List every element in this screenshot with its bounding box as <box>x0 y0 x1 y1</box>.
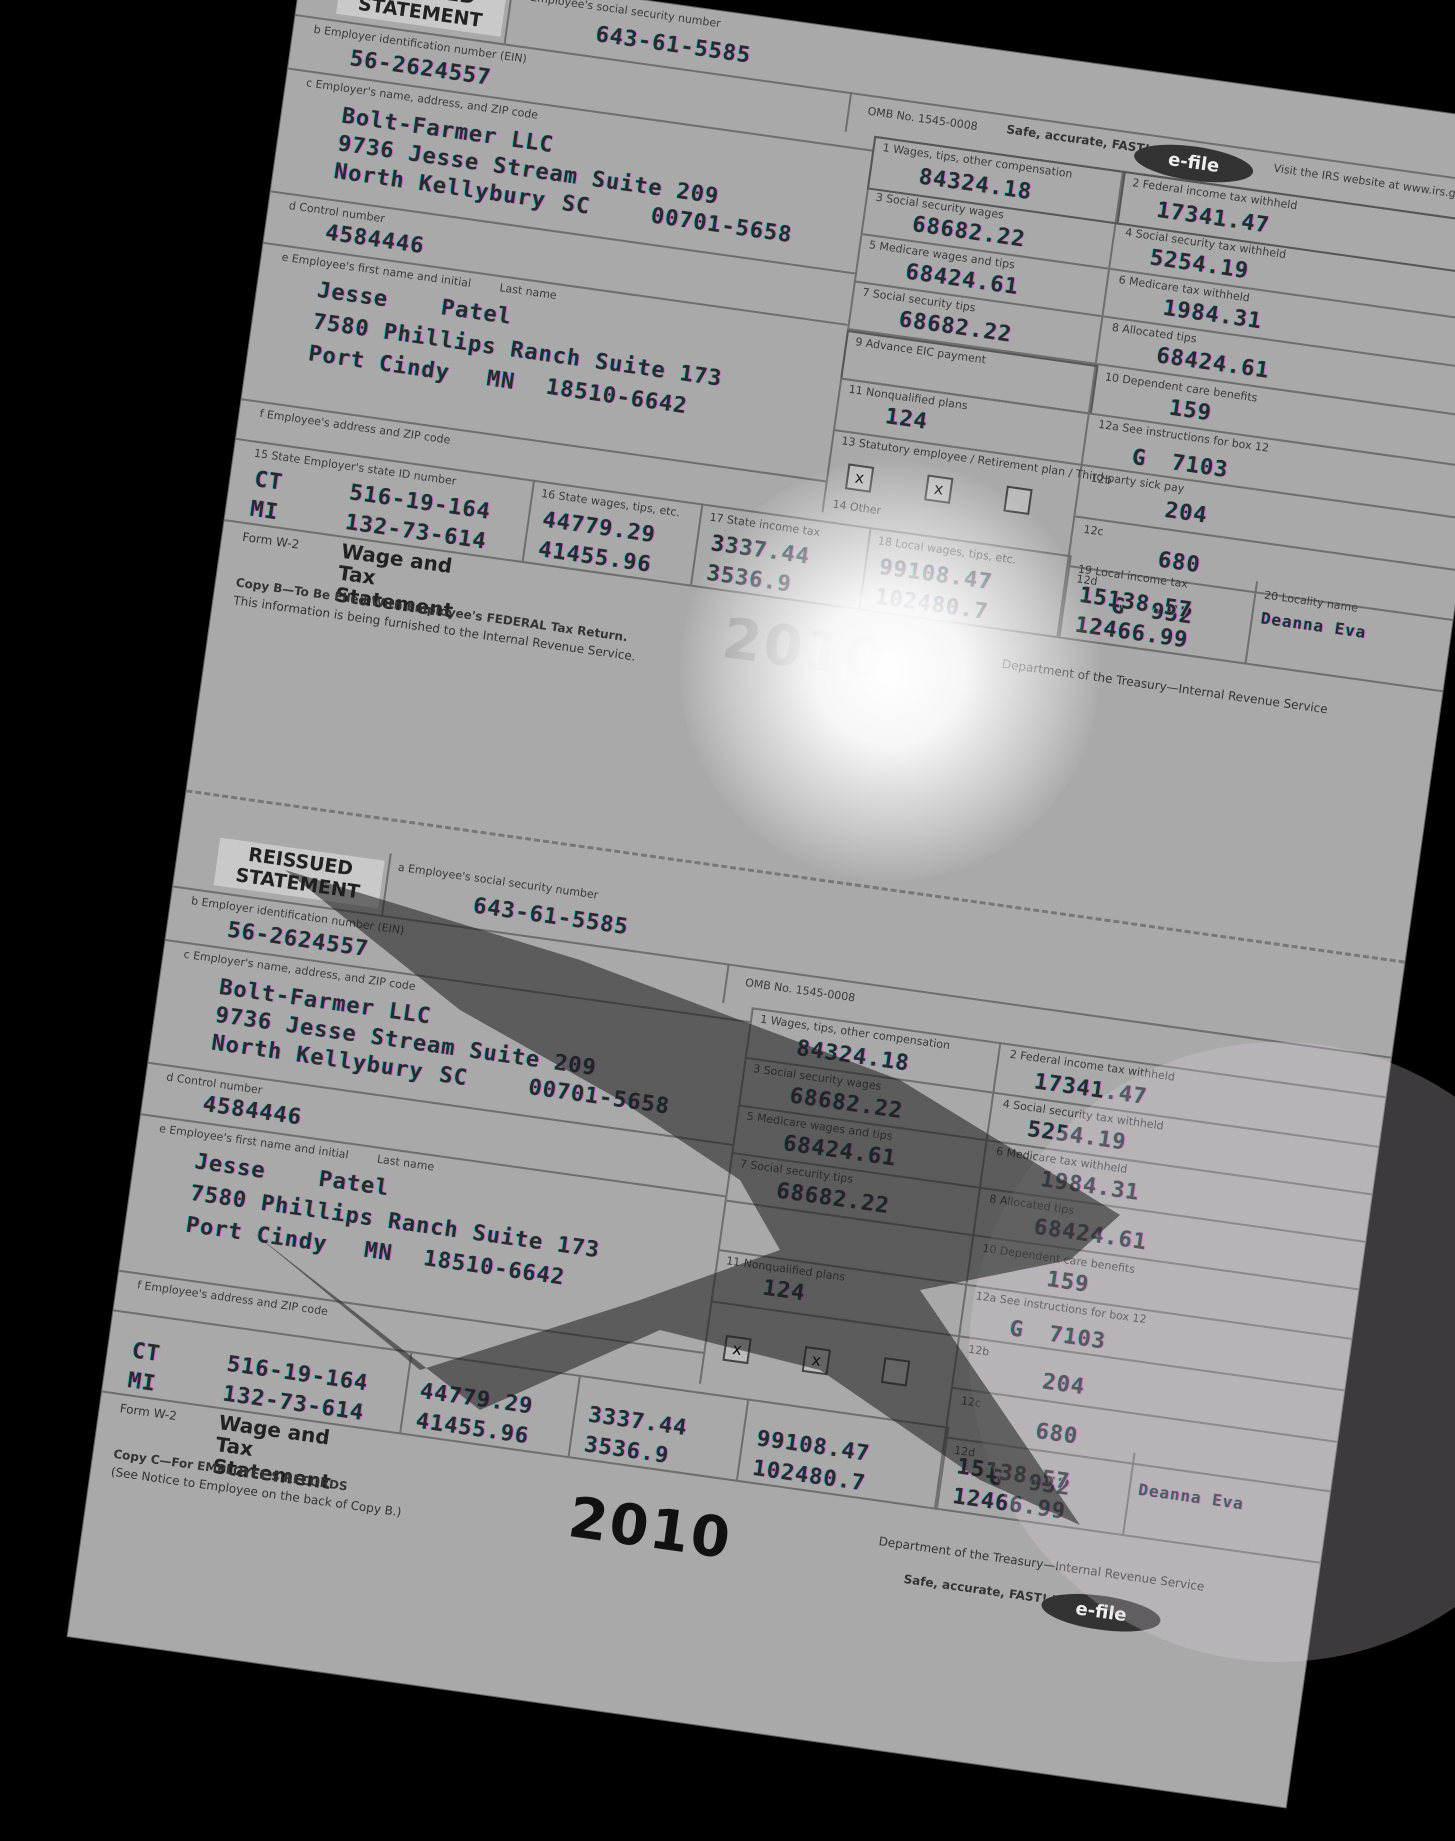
third-party-sick-pay-checkbox[interactable] <box>1003 485 1033 516</box>
box11-nonqualified: 124 <box>883 404 930 435</box>
box7-ss-tips: 68682.22 <box>774 1178 892 1220</box>
state1-code: CT <box>252 466 285 496</box>
ssn-label: a Employee's social security number <box>397 860 600 902</box>
third-party-sick-pay-checkbox[interactable] <box>880 1357 911 1387</box>
employer-zip: 00701-5658 <box>526 1075 672 1120</box>
box12a-code: G <box>1130 444 1148 472</box>
employee-last-name: Patel <box>316 1166 392 1202</box>
w2-form-page: REISSUED STATEMENT a Employee's social s… <box>67 0 1455 1808</box>
tax-year: 2010 <box>564 1485 736 1573</box>
employee-last-name: Patel <box>439 295 514 330</box>
retirement-plan-checkbox[interactable]: x <box>801 1345 831 1376</box>
last-name-label: Last name <box>498 281 558 303</box>
employee-address-label: f Employee's address and ZIP code <box>136 1278 329 1319</box>
statutory-employee-checkbox[interactable]: x <box>844 463 875 493</box>
statutory-employee-checkbox[interactable]: x <box>722 1334 752 1365</box>
state2-code: MI <box>126 1368 158 1397</box>
state2-code: MI <box>248 496 281 526</box>
employee-first-name: Jesse <box>193 1149 268 1185</box>
employee-state: MN <box>485 366 517 396</box>
retirement-plan-checkbox[interactable]: x <box>924 474 954 504</box>
treasury-text: Department of the Treasury—Internal Reve… <box>1001 656 1329 717</box>
box10-dependent-care: 159 <box>1167 395 1214 427</box>
last-name-label: Last name <box>376 1152 436 1174</box>
state1-code: CT <box>130 1338 162 1368</box>
tax-year: 2010 <box>718 605 890 694</box>
employee-address-label: f Employee's address and ZIP code <box>258 407 452 447</box>
employee-name-label: e Employee's first name and initial <box>280 250 472 291</box>
employee-name-label: e Employee's first name and initial <box>158 1121 350 1162</box>
box12b-amount: 204 <box>1040 1369 1087 1401</box>
w2-copy-b: REISSUED STATEMENT a Employee's social s… <box>190 0 1455 936</box>
form-label: Form W-2 <box>118 1401 178 1424</box>
w2-copy-c: REISSUED STATEMENT a Employee's social s… <box>68 824 1400 1807</box>
form-label: Form W-2 <box>241 529 301 552</box>
reissued-statement-label: REISSUED STATEMENT <box>213 837 385 909</box>
employee-state: MN <box>362 1237 395 1267</box>
box8-allocated-tips: 68424.61 <box>1154 343 1272 384</box>
employee-ssn: 643-61-5585 <box>471 893 631 941</box>
locality-name: Deanna Eva <box>1137 1479 1246 1514</box>
box8-allocated-tips: 68424.61 <box>1032 1214 1149 1256</box>
box10-dependent-care: 159 <box>1045 1267 1091 1298</box>
employee-ssn: 643-61-5585 <box>593 22 753 69</box>
box11-nonqualified: 124 <box>761 1275 807 1307</box>
box12c-amount: 680 <box>1033 1418 1080 1450</box>
efile-logo: e-file <box>1039 1587 1163 1638</box>
employer-state: SC <box>437 1062 470 1092</box>
employee-first-name: Jesse <box>315 277 390 313</box>
employer-zip: 00701-5658 <box>649 203 794 249</box>
employer-state: SC <box>560 191 592 220</box>
box12a-code: G <box>1007 1316 1026 1344</box>
box12b-amount: 204 <box>1163 498 1210 529</box>
